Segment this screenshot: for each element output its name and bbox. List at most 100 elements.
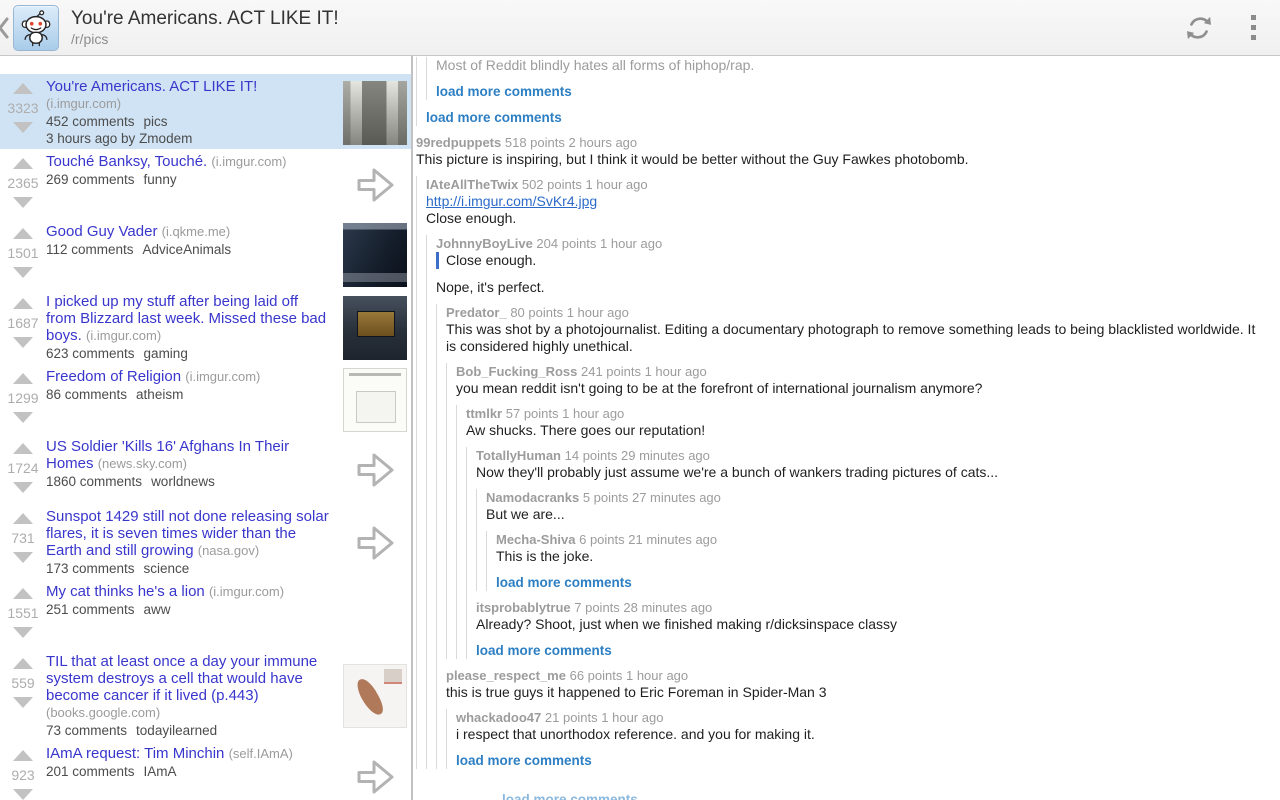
upvote-arrow-icon[interactable] <box>13 588 33 599</box>
overflow-menu-button[interactable] <box>1245 11 1262 44</box>
comment-author: please_respect_me <box>446 668 566 683</box>
comment-body: This was shot by a photojournalist. Edit… <box>446 321 1266 355</box>
upvote-arrow-icon[interactable] <box>13 750 33 761</box>
overflow-dot <box>1251 25 1256 30</box>
post-list-item[interactable]: 1501 Good Guy Vader (i.qkme.me) 112 comm… <box>0 219 411 289</box>
post-subreddit: science <box>144 561 190 576</box>
comment-paragraph: But we are... <box>486 506 1266 523</box>
post-thumbnail[interactable] <box>339 438 411 502</box>
downvote-arrow-icon[interactable] <box>13 482 33 493</box>
comment[interactable]: Mecha-Shiva 6 points 21 minutes ago This… <box>496 531 1266 565</box>
comment-link[interactable]: http://i.imgur.com/SvKr4.jpg <box>426 193 1266 210</box>
comment-paragraph: Close enough. <box>426 210 1266 227</box>
post-domain: (i.imgur.com) <box>185 369 260 384</box>
post-thumbnail[interactable] <box>339 78 411 147</box>
post-list-pane[interactable]: 3323 You're Americans. ACT LIKE IT! (i.i… <box>0 56 413 800</box>
comment[interactable]: TotallyHuman 14 points 29 minutes ago No… <box>476 447 1266 591</box>
comment[interactable]: Namodacranks 5 points 27 minutes ago But… <box>486 489 1266 591</box>
post-thumbnail[interactable] <box>339 223 411 287</box>
post-title: Touché Banksy, Touché. (i.imgur.com) <box>46 153 331 170</box>
post-title: US Soldier 'Kills 16' Afghans In Their H… <box>46 438 331 472</box>
comment[interactable]: IAteAllTheTwix 502 points 1 hour ago htt… <box>426 176 1266 769</box>
post-thumbnail[interactable] <box>339 153 411 217</box>
post-thumbnail[interactable] <box>339 583 411 647</box>
downvote-arrow-icon[interactable] <box>13 197 33 208</box>
post-list-item[interactable]: 1687 I picked up my stuff after being la… <box>0 289 411 364</box>
comment[interactable]: whackadoo47 21 points 1 hour ago i respe… <box>456 709 1266 743</box>
post-meta: 86 commentsatheism <box>46 386 331 403</box>
upvote-arrow-icon[interactable] <box>13 228 33 239</box>
load-more-comments-link[interactable]: load more comments <box>436 83 1266 100</box>
downvote-arrow-icon[interactable] <box>13 122 33 133</box>
post-text-block: US Soldier 'Kills 16' Afghans In Their H… <box>46 438 339 502</box>
post-thumbnail[interactable] <box>339 293 411 362</box>
post-thumbnail[interactable] <box>339 653 411 739</box>
upvote-arrow-icon[interactable] <box>13 443 33 454</box>
downvote-arrow-icon[interactable] <box>13 267 33 278</box>
upvote-arrow-icon[interactable] <box>13 658 33 669</box>
comment-header: itsprobablytrue 7 points 28 minutes ago <box>476 599 1266 616</box>
load-more-comments-link[interactable]: load more comments <box>496 574 1266 591</box>
downvote-arrow-icon[interactable] <box>13 337 33 348</box>
post-thumbnail[interactable] <box>339 508 411 577</box>
comment-header: Bob_Fucking_Ross 241 points 1 hour ago <box>456 363 1266 380</box>
post-meta: 73 commentstodayilearned <box>46 722 331 739</box>
comment-header: whackadoo47 21 points 1 hour ago <box>456 709 1266 726</box>
upvote-arrow-icon[interactable] <box>13 158 33 169</box>
post-list-item[interactable]: 559 TIL that at least once a day your im… <box>0 649 411 741</box>
post-list-item[interactable]: 1551 My cat thinks he's a lion (i.imgur.… <box>0 579 411 649</box>
thumbnail-image <box>343 296 407 360</box>
comment[interactable]: JohnnyBoyLive 204 points 1 hour ago Clos… <box>436 235 1266 769</box>
comment[interactable]: itsprobablytrue 7 points 28 minutes ago … <box>476 599 1266 633</box>
comment-body: This picture is inspiring, but I think i… <box>416 151 1266 168</box>
comment[interactable]: Bob_Fucking_Ross 241 points 1 hour ago y… <box>456 363 1266 659</box>
comment-replies: Most of Reddit blindly hates all forms o… <box>416 57 1266 126</box>
back-button[interactable] <box>0 0 11 56</box>
upvote-arrow-icon[interactable] <box>13 298 33 309</box>
comment-body: Aw shucks. There goes our reputation! <box>466 422 1266 439</box>
post-list-item[interactable]: 3323 You're Americans. ACT LIKE IT! (i.i… <box>0 74 411 149</box>
comment-replies: JohnnyBoyLive 204 points 1 hour ago Clos… <box>426 235 1266 769</box>
post-score: 1724 <box>7 460 38 476</box>
refresh-button[interactable] <box>1183 12 1215 44</box>
overflow-dot <box>1251 15 1256 20</box>
post-list-item[interactable]: 731 Sunspot 1429 still not done releasin… <box>0 504 411 579</box>
load-more-comments-link[interactable]: load more comments <box>426 109 1266 126</box>
post-domain: (books.google.com) <box>46 705 160 720</box>
downvote-arrow-icon[interactable] <box>13 789 33 800</box>
comment-replies: Namodacranks 5 points 27 minutes ago But… <box>476 489 1266 591</box>
comment[interactable]: 99redpuppets 518 points 2 hours ago This… <box>416 134 1266 769</box>
comment[interactable]: please_respect_me 66 points 1 hour ago t… <box>446 667 1266 769</box>
post-meta: 623 commentsgaming <box>46 345 331 362</box>
upvote-arrow-icon[interactable] <box>13 83 33 94</box>
upvote-arrow-icon[interactable] <box>13 513 33 524</box>
comment-thread-pane[interactable]: Most of Reddit blindly hates all forms o… <box>413 56 1280 800</box>
downvote-arrow-icon[interactable] <box>13 697 33 708</box>
overflow-dot <box>1251 35 1256 40</box>
post-list-item[interactable]: 1724 US Soldier 'Kills 16' Afghans In Th… <box>0 434 411 504</box>
post-text-block: My cat thinks he's a lion (i.imgur.com) … <box>46 583 339 647</box>
load-more-comments-link[interactable]: load more comments <box>476 642 1266 659</box>
post-list-item[interactable]: 2365 Touché Banksy, Touché. (i.imgur.com… <box>0 149 411 219</box>
comment[interactable]: Predator_ 80 points 1 hour ago This was … <box>446 304 1266 659</box>
comment-replies: Most of Reddit blindly hates all forms o… <box>426 57 1266 100</box>
post-score: 1687 <box>7 315 38 331</box>
main-split-view: 3323 You're Americans. ACT LIKE IT! (i.i… <box>0 56 1280 800</box>
upvote-arrow-icon[interactable] <box>13 373 33 384</box>
reddit-app-icon[interactable] <box>13 5 59 51</box>
post-list-item[interactable]: 1299 Freedom of Religion (i.imgur.com) 8… <box>0 364 411 434</box>
post-thumbnail[interactable] <box>339 745 411 800</box>
comment-paragraph: this is true guys it happened to Eric Fo… <box>446 684 1266 701</box>
load-more-comments-link[interactable]: load more comments <box>502 791 1266 800</box>
load-more-comments-link[interactable]: load more comments <box>456 752 1266 769</box>
post-score: 1299 <box>7 390 38 406</box>
post-list-item[interactable]: 923 IAmA request: Tim Minchin (self.IAmA… <box>0 741 411 800</box>
vote-column: 3323 <box>0 78 46 147</box>
vote-column: 923 <box>0 745 46 800</box>
post-title: You're Americans. ACT LIKE IT! (i.imgur.… <box>46 78 331 112</box>
comment[interactable]: ttmlkr 57 points 1 hour ago Aw shucks. T… <box>466 405 1266 659</box>
downvote-arrow-icon[interactable] <box>13 552 33 563</box>
downvote-arrow-icon[interactable] <box>13 412 33 423</box>
downvote-arrow-icon[interactable] <box>13 627 33 638</box>
post-thumbnail[interactable] <box>339 368 411 432</box>
